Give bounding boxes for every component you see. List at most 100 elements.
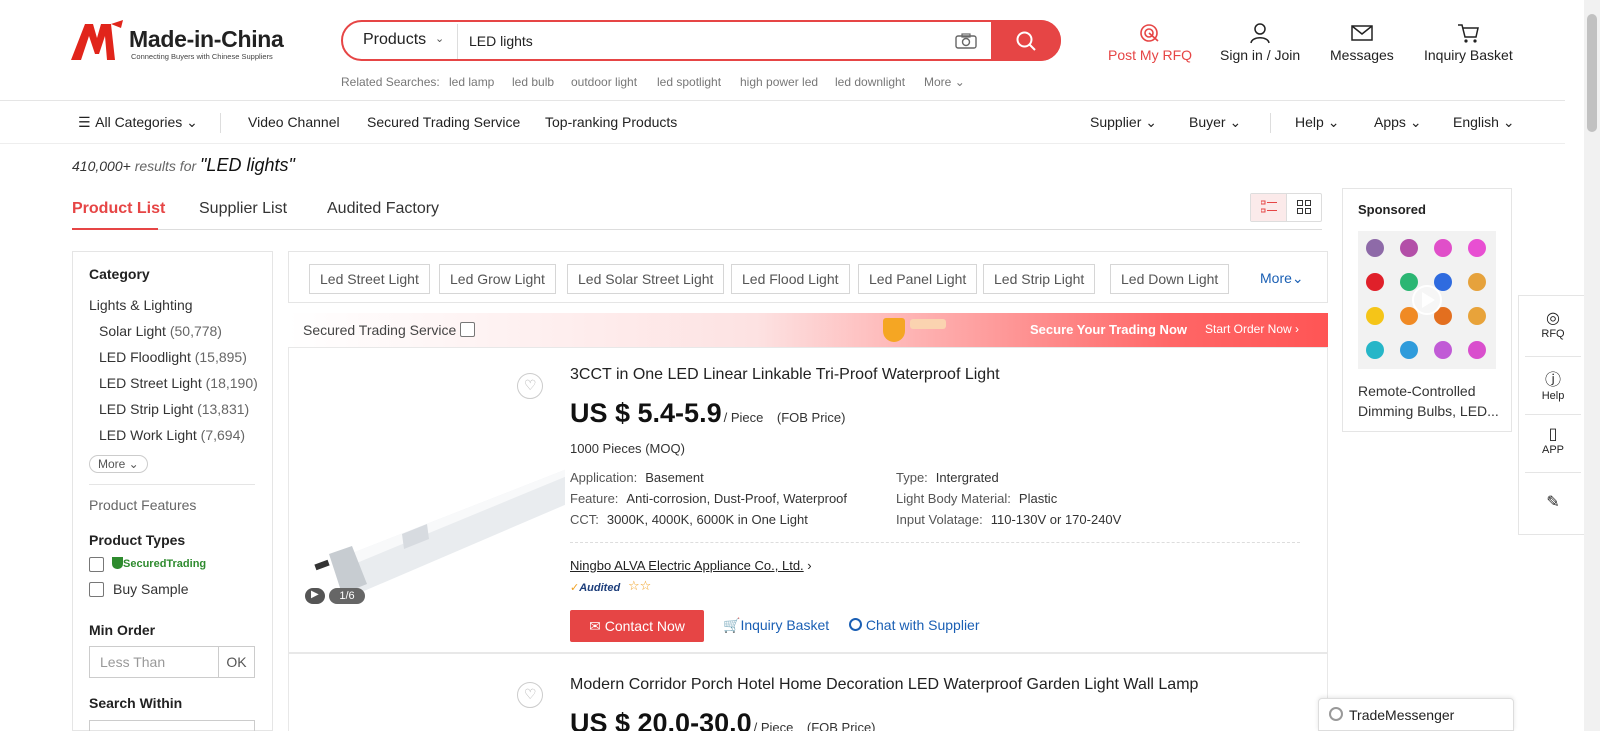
filter-chip[interactable]: Led Grow Light	[439, 264, 556, 294]
search-input[interactable]: LED lights	[469, 33, 533, 49]
nav-apps-menu[interactable]: Apps ⌄	[1374, 114, 1422, 131]
right-float-toolbar: ◎ RFQ ⓙ Help ▯ APP ✎	[1518, 295, 1588, 535]
filter-chip[interactable]: Led Solar Street Light	[567, 264, 725, 294]
tab-product-list[interactable]: Product List	[72, 200, 165, 218]
camera-search-icon[interactable]	[955, 33, 977, 49]
subcategory-led-strip-light[interactable]: LED Strip Light (13,831)	[99, 401, 249, 417]
chips-more-label: More	[1260, 270, 1292, 286]
list-view-button[interactable]	[1251, 194, 1287, 221]
headset-icon: ⓙ	[1544, 372, 1561, 389]
float-app-button[interactable]: ▯ APP	[1519, 424, 1587, 456]
related-search-link[interactable]: led lamp	[449, 75, 494, 89]
favorite-button[interactable]: ♡	[517, 373, 543, 399]
add-to-inquiry-basket-link[interactable]: 🛒Inquiry Basket	[723, 617, 829, 634]
buy-sample-label[interactable]: Buy Sample	[113, 581, 188, 597]
post-rfq-button[interactable]: Post My RFQ	[1108, 22, 1192, 63]
brand-name[interactable]: Made-in-China	[129, 26, 284, 53]
active-tab-indicator	[72, 228, 158, 230]
banner-headline: Secure Your Trading Now	[1030, 322, 1187, 337]
all-categories-menu[interactable]: ☰ All Categories ⌄	[78, 114, 198, 131]
messages-button[interactable]: Messages	[1330, 22, 1394, 63]
nav-buyer-menu[interactable]: Buyer ⌄	[1189, 114, 1241, 131]
product-title-link[interactable]: Modern Corridor Porch Hotel Home Decorat…	[570, 676, 1198, 694]
product-features-heading[interactable]: Product Features	[89, 497, 196, 513]
search-category-select[interactable]: Products	[363, 31, 426, 49]
favorite-button[interactable]: ♡	[517, 682, 543, 708]
filter-chip[interactable]: Led Flood Light	[731, 264, 850, 294]
related-search-link[interactable]: led spotlight	[657, 75, 721, 89]
search-within-input[interactable]	[89, 720, 255, 731]
category-more-button[interactable]: More ⌄	[89, 455, 148, 473]
nav-help-menu[interactable]: Help ⌄	[1295, 114, 1339, 131]
nav-top-ranking[interactable]: Top-ranking Products	[545, 114, 677, 130]
image-counter: 1/6	[329, 588, 365, 604]
nav-buyer-label: Buyer	[1189, 114, 1226, 130]
subcategory-led-street-light[interactable]: LED Street Light (18,190)	[99, 375, 258, 391]
subcategory-led-floodlight[interactable]: LED Floodlight (15,895)	[99, 349, 247, 365]
inquiry-basket-link-label: Inquiry Basket	[740, 617, 830, 633]
filter-chip[interactable]: Led Strip Light	[983, 264, 1096, 294]
search-button[interactable]	[991, 20, 1061, 61]
product-price: US $ 20.0-30.0/ Piece (FOB Price)	[570, 708, 876, 731]
attr-body-material: Light Body Material: Plastic	[896, 491, 1057, 506]
related-search-link[interactable]: outdoor light	[571, 75, 637, 89]
chevron-down-icon: ⌄	[1502, 114, 1515, 130]
secured-trading-checkbox[interactable]	[89, 557, 104, 572]
nav-language-menu[interactable]: English ⌄	[1453, 114, 1515, 131]
min-order-input[interactable]: Less Than	[89, 646, 219, 678]
tab-audited-factory[interactable]: Audited Factory	[327, 200, 439, 218]
secured-trading-banner[interactable]: Secured Trading Service Secure Your Trad…	[288, 313, 1328, 347]
filter-chip[interactable]: Led Panel Light	[858, 264, 978, 294]
inquiry-basket-button[interactable]: Inquiry Basket	[1424, 22, 1513, 63]
subcategory-solar-light[interactable]: Solar Light (50,778)	[99, 323, 222, 339]
nav-secured-trading[interactable]: Secured Trading Service	[367, 114, 520, 130]
search-icon	[1016, 31, 1036, 51]
sponsored-product-image[interactable]	[1358, 231, 1496, 369]
audited-badge: ✓Audited	[570, 581, 620, 594]
chips-more-button[interactable]: More⌄	[1260, 270, 1304, 287]
supplier-link[interactable]: Ningbo ALVA Electric Appliance Co., Ltd.…	[570, 558, 812, 573]
related-more-link[interactable]: More ⌄	[924, 75, 965, 89]
sponsored-caption[interactable]: Remote-Controlled Dimming Bulbs, LED...	[1358, 381, 1504, 421]
price-range: US $ 20.0-30.0	[570, 708, 752, 731]
scrollbar-thumb[interactable]	[1587, 14, 1597, 132]
product-title-link[interactable]: 3CCT in One LED Linear Linkable Tri-Proo…	[570, 366, 1000, 384]
subcategory-led-work-light[interactable]: LED Work Light (7,694)	[99, 427, 245, 443]
filter-chip[interactable]: Led Down Light	[1110, 264, 1230, 294]
grid-view-button[interactable]	[1287, 194, 1321, 221]
trade-messenger-widget[interactable]: TradeMessenger	[1318, 698, 1514, 731]
related-search-link[interactable]: led bulb	[512, 75, 554, 89]
contact-now-button[interactable]: ✉ Contact Now	[570, 610, 704, 642]
chevron-down-icon[interactable]: ⌄	[435, 32, 444, 45]
float-rfq-label: RFQ	[1541, 328, 1565, 340]
related-search-link[interactable]: high power led	[740, 75, 818, 89]
cart-icon	[1458, 24, 1480, 43]
nav-supplier-menu[interactable]: Supplier ⌄	[1090, 114, 1157, 131]
float-feedback-button[interactable]: ✎	[1519, 492, 1587, 512]
chevron-down-icon: ⌄	[125, 457, 139, 471]
nav-video-channel[interactable]: Video Channel	[248, 114, 340, 130]
made-in-china-logo-icon[interactable]	[71, 20, 123, 60]
start-order-link[interactable]: Start Order Now ›	[1205, 322, 1299, 336]
subcategory-label: Solar Light	[99, 323, 166, 339]
attr-input-voltage: Input Volatage: 110-130V or 170-240V	[896, 512, 1121, 527]
chat-with-supplier-link[interactable]: Chat with Supplier	[849, 617, 980, 633]
filter-chip[interactable]: Led Street Light	[309, 264, 430, 294]
mobile-phone-icon: ▯	[1548, 426, 1558, 443]
float-rfq-button[interactable]: ◎ RFQ	[1519, 308, 1587, 340]
video-play-button[interactable]: ▶	[305, 588, 325, 604]
min-order-ok-button[interactable]: OK	[218, 646, 255, 678]
tab-supplier-list[interactable]: Supplier List	[199, 200, 287, 218]
product-image[interactable]	[307, 384, 565, 614]
buy-sample-checkbox[interactable]	[89, 582, 104, 597]
category-lights-lighting[interactable]: Lights & Lighting	[89, 297, 193, 313]
secured-trading-filter-checkbox[interactable]	[460, 322, 475, 337]
search-bar: Products ⌄ LED lights	[341, 20, 1061, 61]
attr-key: CCT:	[570, 512, 599, 527]
divider	[1270, 113, 1271, 133]
sign-in-button[interactable]: Sign in / Join	[1220, 22, 1300, 63]
float-help-button[interactable]: ⓙ Help	[1519, 366, 1587, 402]
moq-label: (MOQ)	[645, 441, 685, 456]
related-search-link[interactable]: led downlight	[835, 75, 905, 89]
chevron-down-icon: ⌄	[1327, 114, 1340, 130]
